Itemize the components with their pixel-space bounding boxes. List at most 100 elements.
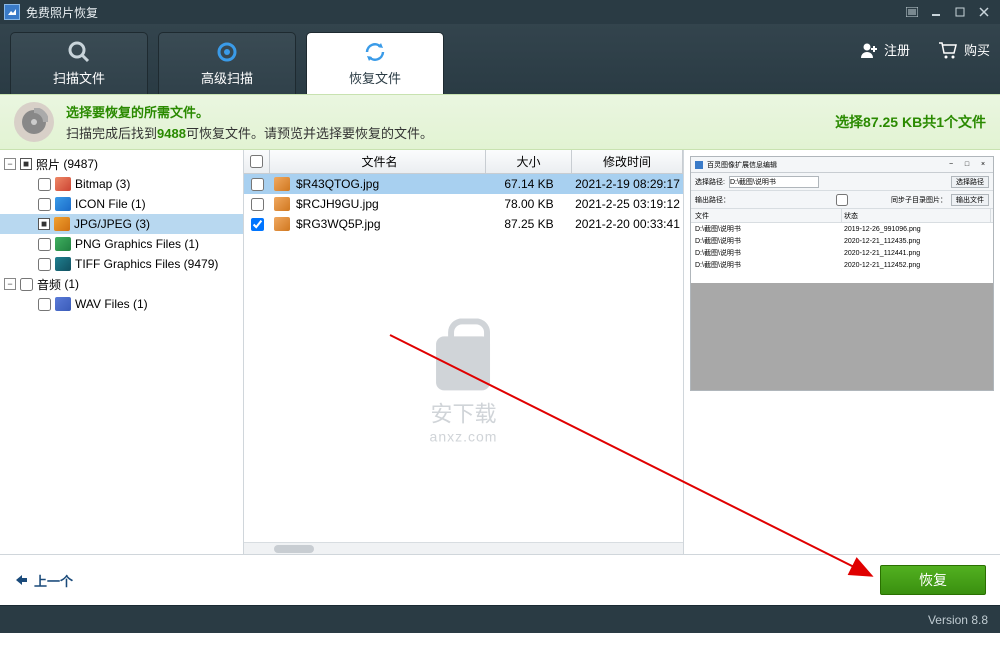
- preview-app-icon: [695, 161, 703, 169]
- recover-button[interactable]: 恢复: [880, 565, 986, 595]
- tree-item-jpg[interactable]: ■JPG/JPEG (3): [0, 214, 243, 234]
- preview-subdir-check[interactable]: [797, 194, 887, 206]
- preview-empty-area: [691, 283, 993, 390]
- checkbox-mixed[interactable]: ■: [38, 218, 50, 230]
- collapse-icon[interactable]: −: [4, 278, 16, 290]
- preview-choose-path[interactable]: 选择路径: [951, 176, 989, 188]
- footer: 上一个 恢复: [0, 555, 1000, 605]
- watermark: 安下载 anxz.com: [430, 336, 498, 444]
- tab-label: 恢复文件: [349, 68, 401, 87]
- register-button[interactable]: 注册: [860, 40, 910, 59]
- file-date: 2021-2-20 00:33:41: [572, 217, 683, 231]
- tab-advanced[interactable]: 高级扫描: [158, 32, 296, 94]
- tab-recover[interactable]: 恢复文件: [306, 32, 444, 94]
- preview-panel: 百灵图像扩展信息编辑 − □ × 选择路径: 选择路径 输出路径： 同步子目录图…: [684, 150, 1000, 554]
- menu-icon[interactable]: [900, 3, 924, 21]
- file-row[interactable]: $RCJH9GU.jpg78.00 KB2021-2-25 03:19:12: [244, 194, 683, 214]
- file-size: 78.00 KB: [486, 197, 572, 211]
- preview-table-header: 文件 状态: [691, 209, 993, 223]
- filetype-icon: [54, 217, 70, 231]
- app-icon: [4, 4, 20, 20]
- preview-row[interactable]: D:\截图\说明书2020-12-21_112435.png: [691, 235, 993, 247]
- version-label: Version 8.8: [928, 613, 988, 627]
- tree-node-photo[interactable]: − ■ 照片 (9487): [0, 154, 243, 174]
- tab-label: 扫描文件: [53, 68, 105, 87]
- filetype-icon: [55, 177, 71, 191]
- preview-row[interactable]: D:\截图\说明书2019-12-26_991096.png: [691, 223, 993, 235]
- tree-item-tif[interactable]: TIFF Graphics Files (9479): [0, 254, 243, 274]
- tree-item-bmp[interactable]: Bitmap (3): [0, 174, 243, 194]
- arrow-left-icon: [14, 573, 28, 587]
- info-subtitle: 扫描完成后找到9488可恢复文件。请预览并选择要恢复的文件。: [66, 123, 433, 142]
- file-date: 2021-2-25 03:19:12: [572, 197, 683, 211]
- tree-item-ico[interactable]: ICON File (1): [0, 194, 243, 214]
- checkbox[interactable]: [38, 298, 51, 311]
- tree-node-audio[interactable]: − 音频 (1): [0, 274, 243, 294]
- col-size[interactable]: 大小: [486, 150, 572, 173]
- filetype-icon: [55, 237, 71, 251]
- check-all[interactable]: [250, 155, 263, 168]
- tab-label: 高级扫描: [201, 68, 253, 87]
- info-title: 选择要恢复的所需文件。: [66, 102, 433, 121]
- file-checkbox[interactable]: [251, 218, 264, 231]
- user-plus-icon: [860, 41, 878, 59]
- file-checkbox[interactable]: [251, 198, 264, 211]
- filetype-icon: [55, 297, 71, 311]
- file-list-panel: 文件名 大小 修改时间 $R43QTOG.jpg67.14 KB2021-2-1…: [244, 150, 684, 554]
- close-button[interactable]: [972, 3, 996, 21]
- horizontal-scrollbar[interactable]: [244, 542, 683, 554]
- minimize-button[interactable]: [924, 3, 948, 21]
- table-header: 文件名 大小 修改时间: [244, 150, 683, 174]
- file-row[interactable]: $RG3WQ5P.jpg 87.25 KB2021-2-20 00:33:41: [244, 214, 683, 234]
- col-name[interactable]: 文件名: [270, 150, 486, 173]
- back-button[interactable]: 上一个: [14, 571, 73, 590]
- file-thumb-icon: [274, 177, 290, 191]
- disk-icon: [14, 102, 54, 142]
- preview-titlebar: 百灵图像扩展信息编辑 − □ ×: [691, 157, 993, 173]
- filetype-icon: [55, 257, 71, 271]
- toolbar: 扫描文件 高级扫描 恢复文件 注册 购买: [0, 24, 1000, 94]
- category-tree: − ■ 照片 (9487) Bitmap (3)ICON File (1)■JP…: [0, 150, 244, 554]
- file-size: 87.25 KB: [486, 217, 572, 231]
- file-list: $R43QTOG.jpg67.14 KB2021-2-19 08:29:17$R…: [244, 174, 683, 542]
- file-thumb-icon: [274, 197, 290, 211]
- checkbox[interactable]: [38, 238, 51, 251]
- checkbox-mixed[interactable]: ■: [20, 158, 32, 170]
- info-bar: 选择要恢复的所需文件。 扫描完成后找到9488可恢复文件。请预览并选择要恢复的文…: [0, 94, 1000, 150]
- col-date[interactable]: 修改时间: [572, 150, 683, 173]
- preview-path-input[interactable]: [729, 176, 819, 188]
- tree-item-wav[interactable]: WAV Files (1): [0, 294, 243, 314]
- checkbox[interactable]: [20, 278, 33, 291]
- maximize-button[interactable]: [948, 3, 972, 21]
- preview-output-btn[interactable]: 输出文件: [951, 194, 989, 206]
- app-title: 免费照片恢复: [26, 4, 98, 21]
- tab-scan[interactable]: 扫描文件: [10, 32, 148, 94]
- main-content: − ■ 照片 (9487) Bitmap (3)ICON File (1)■JP…: [0, 150, 1000, 555]
- collapse-icon[interactable]: −: [4, 158, 16, 170]
- checkbox[interactable]: [38, 198, 51, 211]
- file-checkbox[interactable]: [251, 178, 264, 191]
- buy-button[interactable]: 购买: [938, 40, 990, 59]
- statusbar: Version 8.8: [0, 605, 1000, 633]
- tree-item-png[interactable]: PNG Graphics Files (1): [0, 234, 243, 254]
- preview-min-icon[interactable]: −: [945, 161, 957, 168]
- checkbox[interactable]: [38, 178, 51, 191]
- filetype-icon: [55, 197, 71, 211]
- cart-icon: [938, 41, 958, 59]
- preview-close-icon[interactable]: ×: [977, 161, 989, 168]
- file-date: 2021-2-19 08:29:17: [572, 177, 683, 191]
- file-thumb-icon: [274, 217, 290, 231]
- selection-summary: 选择87.25 KB共1个文件: [835, 112, 986, 132]
- file-row[interactable]: $R43QTOG.jpg67.14 KB2021-2-19 08:29:17: [244, 174, 683, 194]
- preview-window: 百灵图像扩展信息编辑 − □ × 选择路径: 选择路径 输出路径： 同步子目录图…: [690, 156, 994, 391]
- magnifier-icon: [67, 40, 91, 64]
- preview-max-icon[interactable]: □: [961, 161, 973, 168]
- preview-toolbar-1: 选择路径: 选择路径: [691, 173, 993, 191]
- preview-row[interactable]: D:\截图\说明书2020-12-21_112452.png: [691, 259, 993, 271]
- file-name: $RG3WQ5P.jpg: [296, 217, 381, 231]
- preview-row[interactable]: D:\截图\说明书2020-12-21_112441.png: [691, 247, 993, 259]
- refresh-icon: [363, 40, 387, 64]
- preview-toolbar-2: 输出路径： 同步子目录图片： 输出文件: [691, 191, 993, 209]
- checkbox[interactable]: [38, 258, 51, 271]
- titlebar: 免费照片恢复: [0, 0, 1000, 24]
